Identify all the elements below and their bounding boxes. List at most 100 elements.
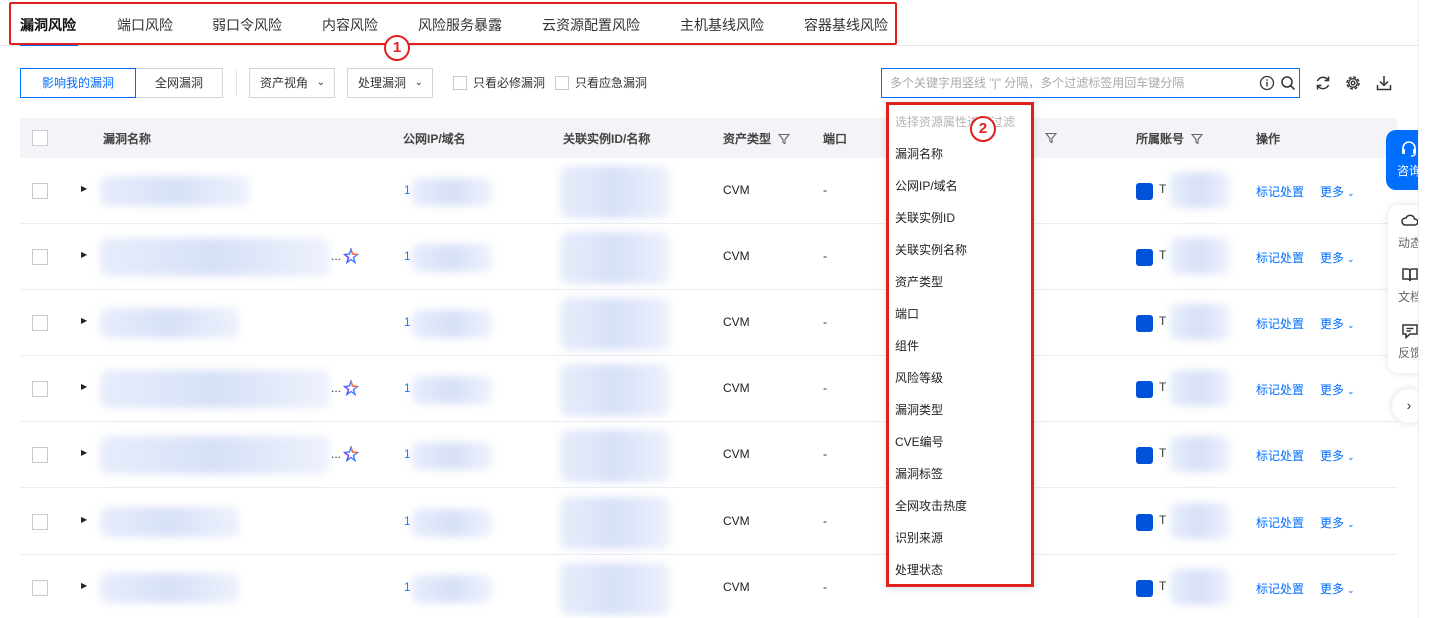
- mark-handle-link[interactable]: 标记处置: [1256, 447, 1304, 464]
- expand-caret-icon[interactable]: ▶: [81, 515, 87, 524]
- filter-option[interactable]: 公网IP/域名: [895, 177, 958, 194]
- table-header: 漏洞名称 公网IP/域名 关联实例ID/名称 资产类型 端口 所属账号 操作: [20, 118, 1397, 158]
- public-ip[interactable]: 1: [404, 315, 411, 329]
- vuln-name-blurred[interactable]: [100, 573, 240, 603]
- public-ip[interactable]: 1: [404, 580, 411, 594]
- chevron-down-icon: ⌄: [414, 77, 423, 88]
- public-ip[interactable]: 1: [404, 249, 411, 263]
- asset-type: CVM: [723, 315, 750, 329]
- filter-option[interactable]: 关联实例ID: [895, 209, 955, 226]
- filter-option[interactable]: 漏洞名称: [895, 145, 943, 162]
- filter-option[interactable]: 组件: [895, 337, 919, 354]
- more-dropdown[interactable]: 更多 ⌄: [1320, 514, 1355, 531]
- col-account[interactable]: 所属账号: [1136, 130, 1204, 147]
- headset-icon: [1402, 141, 1416, 157]
- row-checkbox[interactable]: [32, 249, 48, 265]
- instance-blurred[interactable]: [560, 563, 670, 615]
- filter-option[interactable]: 关联实例名称: [895, 241, 967, 258]
- public-ip[interactable]: 1: [404, 447, 411, 461]
- table-row: ▶ ... 1 CVM - T 标记处置 更多 ⌄: [20, 224, 1397, 290]
- filter-option[interactable]: 漏洞类型: [895, 401, 943, 418]
- filter-icon[interactable]: [778, 133, 791, 145]
- instance-blurred[interactable]: [560, 430, 670, 482]
- expand-caret-icon[interactable]: ▶: [81, 581, 87, 590]
- expand-caret-icon[interactable]: ▶: [81, 184, 87, 193]
- instance-blurred[interactable]: [560, 232, 670, 284]
- instance-blurred[interactable]: [560, 497, 670, 549]
- download-icon[interactable]: [1375, 74, 1393, 92]
- info-icon[interactable]: [1259, 75, 1275, 91]
- asset-view-dropdown[interactable]: 资产视角 ⌄: [249, 68, 335, 98]
- all-network-vuln-button[interactable]: 全网漏洞: [135, 68, 223, 98]
- chevron-down-icon: ⌄: [1347, 386, 1355, 396]
- search-box[interactable]: [881, 68, 1300, 98]
- expand-caret-icon[interactable]: ▶: [81, 316, 87, 325]
- more-dropdown[interactable]: 更多 ⌄: [1320, 447, 1355, 464]
- mark-handle-link[interactable]: 标记处置: [1256, 249, 1304, 266]
- filter-option[interactable]: 全网攻击热度: [895, 497, 967, 514]
- table-row: ▶ ... 1 CVM - T 标记处置 更多 ⌄: [20, 422, 1397, 488]
- gear-icon[interactable]: [1344, 74, 1362, 92]
- filter-option[interactable]: 资产类型: [895, 273, 943, 290]
- filter-icon[interactable]: [1045, 132, 1057, 144]
- col-port: 端口: [823, 132, 848, 146]
- mark-handle-link[interactable]: 标记处置: [1256, 580, 1304, 597]
- search-icon[interactable]: [1280, 75, 1296, 91]
- row-checkbox[interactable]: [32, 447, 48, 463]
- port: -: [823, 580, 827, 594]
- vuln-name-blurred[interactable]: [100, 308, 240, 338]
- refresh-icon[interactable]: [1314, 74, 1332, 92]
- checkbox-box[interactable]: [453, 76, 467, 90]
- vuln-name-blurred[interactable]: [100, 370, 330, 408]
- more-dropdown[interactable]: 更多 ⌄: [1320, 249, 1355, 266]
- expand-caret-icon[interactable]: ▶: [81, 448, 87, 457]
- mark-handle-link[interactable]: 标记处置: [1256, 381, 1304, 398]
- mark-handle-link[interactable]: 标记处置: [1256, 315, 1304, 332]
- instance-blurred[interactable]: [560, 298, 670, 350]
- row-checkbox[interactable]: [32, 580, 48, 596]
- filter-icon[interactable]: [1191, 133, 1204, 145]
- more-dropdown[interactable]: 更多 ⌄: [1320, 381, 1355, 398]
- more-dropdown[interactable]: 更多 ⌄: [1320, 183, 1355, 200]
- row-checkbox[interactable]: [32, 183, 48, 199]
- account: T: [1159, 579, 1167, 593]
- more-dropdown[interactable]: 更多 ⌄: [1320, 580, 1355, 597]
- affecting-me-vuln-button[interactable]: 影响我的漏洞: [20, 68, 136, 98]
- public-ip[interactable]: 1: [404, 381, 411, 395]
- vuln-name-blurred[interactable]: [100, 436, 330, 474]
- handle-vuln-dropdown[interactable]: 处理漏洞 ⌄: [347, 68, 433, 98]
- public-ip[interactable]: 1: [404, 514, 411, 528]
- search-input[interactable]: [890, 73, 1250, 93]
- page-scrollbar[interactable]: [1418, 0, 1435, 618]
- asset-type: CVM: [723, 249, 750, 263]
- row-checkbox[interactable]: [32, 514, 48, 530]
- row-checkbox[interactable]: [32, 381, 48, 397]
- mark-handle-link[interactable]: 标记处置: [1256, 183, 1304, 200]
- annotation-box-tabs: [9, 2, 897, 45]
- col-asset-type[interactable]: 资产类型: [723, 130, 791, 147]
- instance-blurred[interactable]: [560, 364, 670, 416]
- filter-option[interactable]: 端口: [895, 305, 919, 322]
- checkbox-box[interactable]: [555, 76, 569, 90]
- expand-caret-icon[interactable]: ▶: [81, 382, 87, 391]
- public-ip[interactable]: 1: [404, 183, 411, 197]
- port: -: [823, 447, 827, 461]
- filter-option[interactable]: 风险等级: [895, 369, 943, 386]
- mark-handle-link[interactable]: 标记处置: [1256, 514, 1304, 531]
- account-blurred: [1170, 304, 1230, 340]
- filter-option[interactable]: 漏洞标签: [895, 465, 943, 482]
- only-must-fix-checkbox[interactable]: 只看必修漏洞: [453, 75, 545, 91]
- filter-option[interactable]: 处理状态: [895, 561, 943, 578]
- expand-caret-icon[interactable]: ▶: [81, 250, 87, 259]
- row-checkbox[interactable]: [32, 315, 48, 331]
- vuln-name-blurred[interactable]: [100, 176, 250, 206]
- filter-option[interactable]: CVE编号: [895, 433, 944, 450]
- vuln-name-blurred[interactable]: [100, 238, 330, 276]
- cloud-bell-icon: [1401, 214, 1419, 226]
- only-emergency-checkbox[interactable]: 只看应急漏洞: [555, 75, 647, 91]
- select-all-checkbox[interactable]: [32, 130, 48, 146]
- more-dropdown[interactable]: 更多 ⌄: [1320, 315, 1355, 332]
- instance-blurred[interactable]: [560, 166, 670, 218]
- filter-option[interactable]: 识别来源: [895, 529, 943, 546]
- vuln-name-blurred[interactable]: [100, 507, 240, 537]
